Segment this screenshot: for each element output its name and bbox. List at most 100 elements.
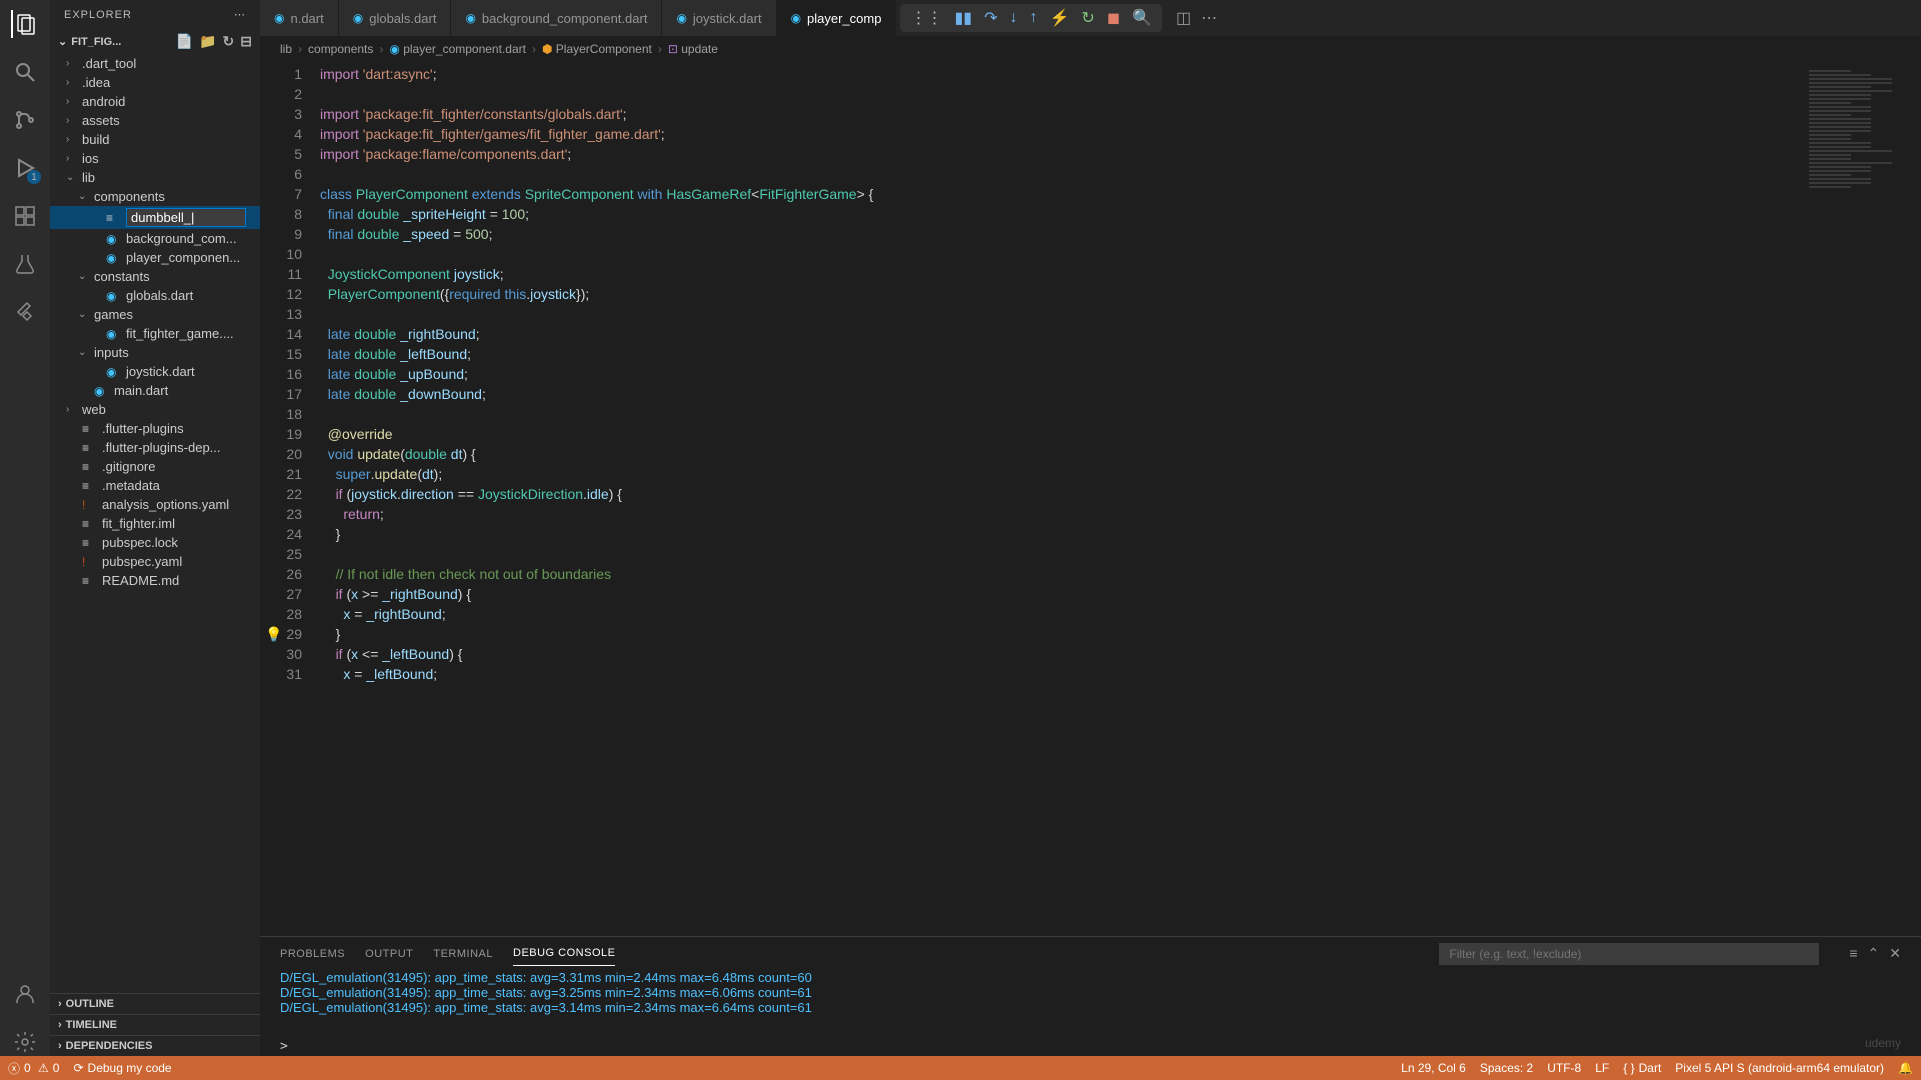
breadcrumb-lib[interactable]: lib <box>280 42 292 56</box>
devtools-icon[interactable]: 🔍 <box>1130 6 1154 30</box>
refresh-icon[interactable]: ↻ <box>223 33 235 50</box>
tree-item-dumbbell_-[interactable]: ≡ <box>50 206 260 229</box>
collapse-icon[interactable]: ⊟ <box>240 33 252 50</box>
tab-n-dart[interactable]: ◉n.dart <box>260 0 339 36</box>
tree-item--flutter-plugins-dep-[interactable]: ≡.flutter-plugins-dep... <box>50 438 260 457</box>
tree-item-background_com-[interactable]: ◉background_com... <box>50 229 260 248</box>
breadcrumb-components[interactable]: components <box>308 42 373 56</box>
debug-my-code-button[interactable]: ⟳ Debug my code <box>73 1061 171 1075</box>
tree-item-ios[interactable]: ›ios <box>50 149 260 168</box>
debug-toolbar: ⋮⋮ ▮▮ ↷ ↓ ↑ ⚡ ↻ ◼ 🔍 <box>900 4 1162 32</box>
new-file-icon[interactable]: 📄 <box>176 33 193 50</box>
explorer-title: EXPLORER <box>64 9 132 21</box>
more-actions-icon[interactable]: ⋯ <box>1201 8 1217 28</box>
errors-status[interactable]: ⓧ 0 ⚠ 0 <box>8 1060 59 1077</box>
tree-item-constants[interactable]: ⌄constants <box>50 267 260 286</box>
settings-icon[interactable] <box>11 1028 39 1056</box>
tree-item--gitignore[interactable]: ≡.gitignore <box>50 457 260 476</box>
sidebar: EXPLORER ⋯ ⌄ FIT_FIG... 📄 📁 ↻ ⊟ ›.dart_t… <box>50 0 260 1056</box>
stop-icon[interactable]: ◼ <box>1105 6 1122 30</box>
tab-background_component-dart[interactable]: ◉background_component.dart <box>451 0 662 36</box>
tree-item-pubspec-lock[interactable]: ≡pubspec.lock <box>50 533 260 552</box>
test-icon[interactable] <box>11 250 39 278</box>
account-icon[interactable] <box>11 980 39 1008</box>
split-editor-icon[interactable]: ◫ <box>1176 8 1191 28</box>
tree-item-android[interactable]: ›android <box>50 92 260 111</box>
breadcrumb[interactable]: lib›components›◉ player_component.dart›⬢… <box>260 36 1921 62</box>
eol-status[interactable]: LF <box>1595 1061 1609 1075</box>
tree-item--dart_tool[interactable]: ›.dart_tool <box>50 54 260 73</box>
tree-item--idea[interactable]: ›.idea <box>50 73 260 92</box>
tree-item-fit_fighter_game-[interactable]: ◉fit_fighter_game.... <box>50 324 260 343</box>
step-into-icon[interactable]: ↓ <box>1008 7 1020 29</box>
drag-handle-icon[interactable]: ⋮⋮ <box>908 6 944 30</box>
rename-input[interactable] <box>126 208 246 227</box>
log-line: D/EGL_emulation(31495): app_time_stats: … <box>280 970 1901 985</box>
explorer-icon[interactable] <box>11 10 39 38</box>
debug-console-output[interactable]: D/EGL_emulation(31495): app_time_stats: … <box>260 966 1921 1037</box>
minimap[interactable] <box>1801 62 1921 936</box>
tab-player_comp[interactable]: ◉player_comp <box>777 0 897 36</box>
tree-item-games[interactable]: ⌄games <box>50 305 260 324</box>
breadcrumb-player_component-dart[interactable]: ◉ player_component.dart <box>389 42 526 56</box>
extensions-icon[interactable] <box>11 202 39 230</box>
panel-tab-debug-console[interactable]: DEBUG CONSOLE <box>513 941 615 966</box>
hot-reload-icon[interactable]: ⚡ <box>1048 6 1072 30</box>
restart-icon[interactable]: ↻ <box>1079 6 1096 30</box>
tree-item-joystick-dart[interactable]: ◉joystick.dart <box>50 362 260 381</box>
language-status[interactable]: { } Dart <box>1623 1061 1661 1075</box>
flutter-icon[interactable] <box>11 298 39 326</box>
panel-tab-terminal[interactable]: TERMINAL <box>433 942 493 966</box>
status-bar: ⓧ 0 ⚠ 0 ⟳ Debug my code Ln 29, Col 6 Spa… <box>0 1056 1921 1080</box>
tree-item-fit_fighter-iml[interactable]: ≡fit_fighter.iml <box>50 514 260 533</box>
pause-icon[interactable]: ▮▮ <box>952 6 974 30</box>
debug-console-prompt[interactable]: > <box>260 1037 1921 1056</box>
step-over-icon[interactable]: ↷ <box>982 6 999 30</box>
notifications-icon[interactable]: 🔔 <box>1898 1061 1913 1075</box>
breadcrumb-update[interactable]: ⊡ update <box>668 42 718 56</box>
source-control-icon[interactable] <box>11 106 39 134</box>
chevron-down-icon[interactable]: ⌄ <box>58 35 67 48</box>
device-status[interactable]: Pixel 5 API S (android-arm64 emulator) <box>1675 1061 1884 1075</box>
tree-item-lib[interactable]: ⌄lib <box>50 168 260 187</box>
debug-icon[interactable] <box>11 154 39 182</box>
cursor-position[interactable]: Ln 29, Col 6 <box>1401 1061 1466 1075</box>
search-icon[interactable] <box>11 58 39 86</box>
tree-item-build[interactable]: ›build <box>50 130 260 149</box>
tree-item-assets[interactable]: ›assets <box>50 111 260 130</box>
tree-item--metadata[interactable]: ≡.metadata <box>50 476 260 495</box>
tree-item-pubspec-yaml[interactable]: !pubspec.yaml <box>50 552 260 571</box>
tab-joystick-dart[interactable]: ◉joystick.dart <box>662 0 776 36</box>
wrap-icon[interactable]: ≡ <box>1849 945 1857 962</box>
new-folder-icon[interactable]: 📁 <box>199 33 216 50</box>
file-tree[interactable]: ›.dart_tool›.idea›android›assets›build›i… <box>50 54 260 993</box>
explorer-more-icon[interactable]: ⋯ <box>234 8 246 21</box>
tree-item-globals-dart[interactable]: ◉globals.dart <box>50 286 260 305</box>
tree-item-main-dart[interactable]: ◉main.dart <box>50 381 260 400</box>
code-editor[interactable]: import 'dart:async';import 'package:fit_… <box>320 62 1801 936</box>
close-icon[interactable]: ✕ <box>1889 945 1901 962</box>
indentation-status[interactable]: Spaces: 2 <box>1480 1061 1533 1075</box>
tree-item-inputs[interactable]: ⌄inputs <box>50 343 260 362</box>
panel-tab-output[interactable]: OUTPUT <box>365 942 413 966</box>
filter-input[interactable] <box>1439 943 1819 965</box>
tree-item-components[interactable]: ⌄components <box>50 187 260 206</box>
tab-bar: ◉n.dart◉globals.dart◉background_componen… <box>260 0 1921 36</box>
breadcrumb-PlayerComponent[interactable]: ⬢ PlayerComponent <box>542 42 652 56</box>
tree-item-player_componen-[interactable]: ◉player_componen... <box>50 248 260 267</box>
line-gutter: 1234567891011121314151617181920212223242… <box>260 62 320 936</box>
chevron-up-icon[interactable]: ⌃ <box>1868 945 1880 962</box>
section-timeline[interactable]: › TIMELINE <box>50 1014 260 1035</box>
log-line: D/EGL_emulation(31495): app_time_stats: … <box>280 1000 1901 1015</box>
tree-item-README-md[interactable]: ≡README.md <box>50 571 260 590</box>
tab-globals-dart[interactable]: ◉globals.dart <box>339 0 452 36</box>
section-outline[interactable]: › OUTLINE <box>50 993 260 1014</box>
step-out-icon[interactable]: ↑ <box>1028 7 1040 29</box>
encoding-status[interactable]: UTF-8 <box>1547 1061 1581 1075</box>
tree-item-web[interactable]: ›web <box>50 400 260 419</box>
tree-item-analysis_options-yaml[interactable]: !analysis_options.yaml <box>50 495 260 514</box>
tree-item--flutter-plugins[interactable]: ≡.flutter-plugins <box>50 419 260 438</box>
activity-bar <box>0 0 50 1056</box>
panel-tab-problems[interactable]: PROBLEMS <box>280 942 345 966</box>
section-dependencies[interactable]: › DEPENDENCIES <box>50 1035 260 1056</box>
